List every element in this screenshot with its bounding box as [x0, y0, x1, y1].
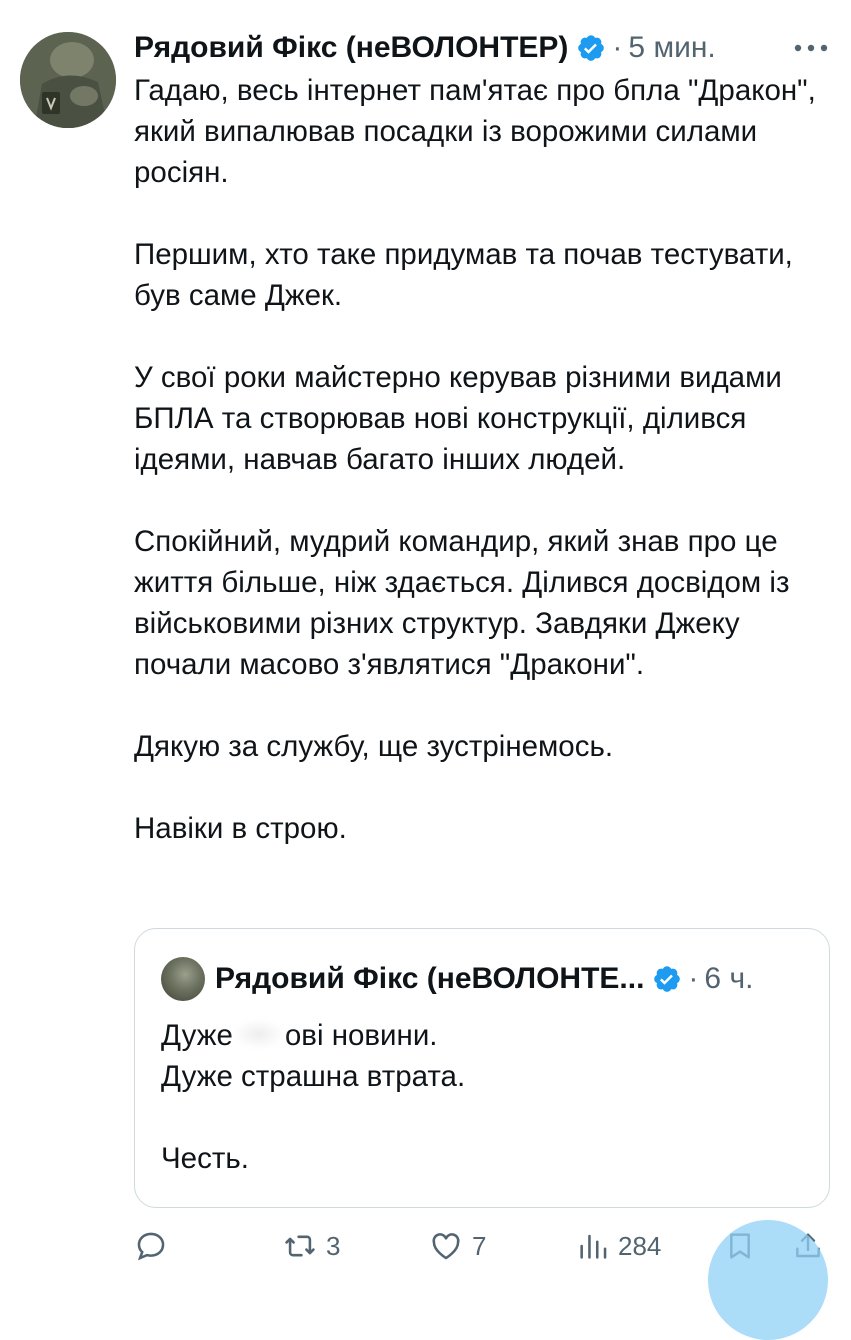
- quoted-line-1-start: Дуже: [161, 1019, 233, 1052]
- quoted-line-2: Дуже страшна втрата.: [161, 1060, 466, 1093]
- heart-icon: [432, 1233, 460, 1260]
- header-separator: ·: [612, 31, 623, 64]
- tweet-text: Гадаю, весь інтернет пам'ятає про бпла "…: [134, 70, 834, 849]
- author-avatar[interactable]: [20, 32, 116, 128]
- blurred-text: [232, 1019, 285, 1049]
- tweet: Рядовий Фікс (неВОЛОНТЕР) · 5 мин. Гадаю…: [0, 0, 851, 1340]
- quoted-paragraph: Дуже ові новини. Дуже страшна втрата.: [161, 1015, 801, 1097]
- tweet-timestamp[interactable]: 5 мин.: [628, 26, 715, 70]
- repost-count: 3: [326, 1230, 341, 1261]
- tweet-paragraph: Гадаю, весь інтернет пам'ятає про бпла "…: [134, 74, 816, 189]
- views-count: 284: [618, 1230, 662, 1261]
- avatar-image: [20, 32, 116, 128]
- quoted-author-name: Рядовий Фікс (неВОЛОНТЕ...: [215, 962, 645, 995]
- repost-icon: [285, 1235, 315, 1257]
- quoted-timestamp: 6 ч.: [704, 962, 754, 995]
- tweet-paragraph: У свої роки майстерно керував різними ви…: [134, 361, 782, 476]
- quoted-header-separator: ·: [688, 962, 699, 995]
- quoted-tweet-header: Рядовий Фікс (неВОЛОНТЕ... · 6 ч.: [215, 957, 753, 1001]
- reply-button[interactable]: [134, 1224, 176, 1268]
- quoted-line-1-end: ові новини.: [284, 1019, 438, 1052]
- tweet-paragraph: Дякую за службу, ще зустрінемось.: [134, 730, 614, 763]
- quoted-tweet[interactable]: Рядовий Фікс (неВОЛОНТЕ... · 6 ч. Дуже ов…: [134, 928, 830, 1208]
- verified-badge-icon: [654, 966, 681, 992]
- quoted-author-avatar: [161, 957, 205, 1001]
- reply-icon: [137, 1232, 165, 1261]
- like-button[interactable]: 7: [428, 1224, 486, 1268]
- more-icon: [794, 44, 828, 52]
- tweet-paragraph: Навіки в строю.: [134, 812, 347, 845]
- tweet-paragraph: Спокійний, мудрий командир, який знав пр…: [134, 525, 790, 681]
- repost-button[interactable]: 3: [282, 1224, 340, 1268]
- tweet-paragraph: Першим, хто таке придумав та почав тесту…: [134, 238, 793, 312]
- more-button[interactable]: [789, 30, 833, 66]
- author-name[interactable]: Рядовий Фікс (неВОЛОНТЕР): [134, 26, 568, 70]
- tweet-header: Рядовий Фікс (неВОЛОНТЕР) · 5 мин.: [134, 26, 716, 70]
- quoted-paragraph: Честь.: [161, 1142, 249, 1175]
- like-count: 7: [472, 1230, 487, 1261]
- verified-badge-icon: [578, 35, 605, 61]
- compose-button[interactable]: [708, 1220, 828, 1340]
- quoted-tweet-text: Дуже ові новини. Дуже страшна втрата. Чест…: [161, 1015, 801, 1179]
- views-button[interactable]: 284: [576, 1224, 661, 1268]
- views-icon: [580, 1234, 607, 1259]
